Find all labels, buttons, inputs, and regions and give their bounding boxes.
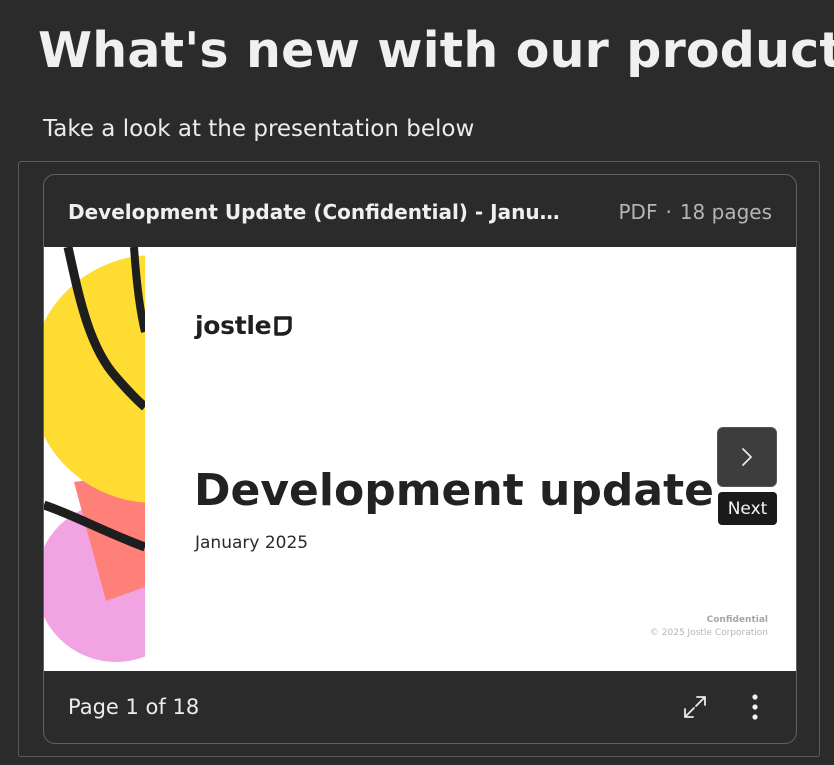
meta-separator: · (665, 200, 672, 224)
next-page-button[interactable] (717, 427, 777, 487)
slide-confidential-label: Confidential (706, 615, 768, 625)
document-meta: PDF · 18 pages (618, 200, 772, 224)
logo-text: jostle (195, 311, 272, 340)
file-type-label: PDF (618, 200, 658, 224)
jostle-logo: jostle (195, 311, 293, 340)
page-subtitle: Take a look at the presentation below (43, 116, 475, 142)
page-indicator: Page 1 of 18 (68, 695, 200, 719)
document-title: Development Update (Confidential) - Janu… (68, 200, 568, 224)
slide-page[interactable]: jostle Development update January 2025 C… (44, 247, 796, 671)
chevron-right-icon (742, 448, 752, 466)
slide-date: January 2025 (195, 533, 309, 553)
more-vertical-icon (752, 694, 758, 720)
fullscreen-button[interactable] (678, 690, 712, 724)
logo-mark-icon (274, 315, 293, 336)
viewer-header: Development Update (Confidential) - Janu… (44, 175, 796, 247)
slide-decoration (44, 247, 145, 671)
slide-copyright: © 2025 Jostle Corporation (649, 628, 768, 638)
more-options-button[interactable] (738, 690, 772, 724)
page-title: What's new with our product (38, 22, 834, 79)
page-count-label: 18 pages (679, 200, 772, 224)
expand-icon (684, 696, 706, 718)
presentation-viewer: Development Update (Confidential) - Janu… (43, 174, 797, 744)
viewer-footer: Page 1 of 18 (44, 671, 796, 743)
slide-heading: Development update (194, 465, 714, 516)
next-tooltip: Next (718, 492, 777, 525)
